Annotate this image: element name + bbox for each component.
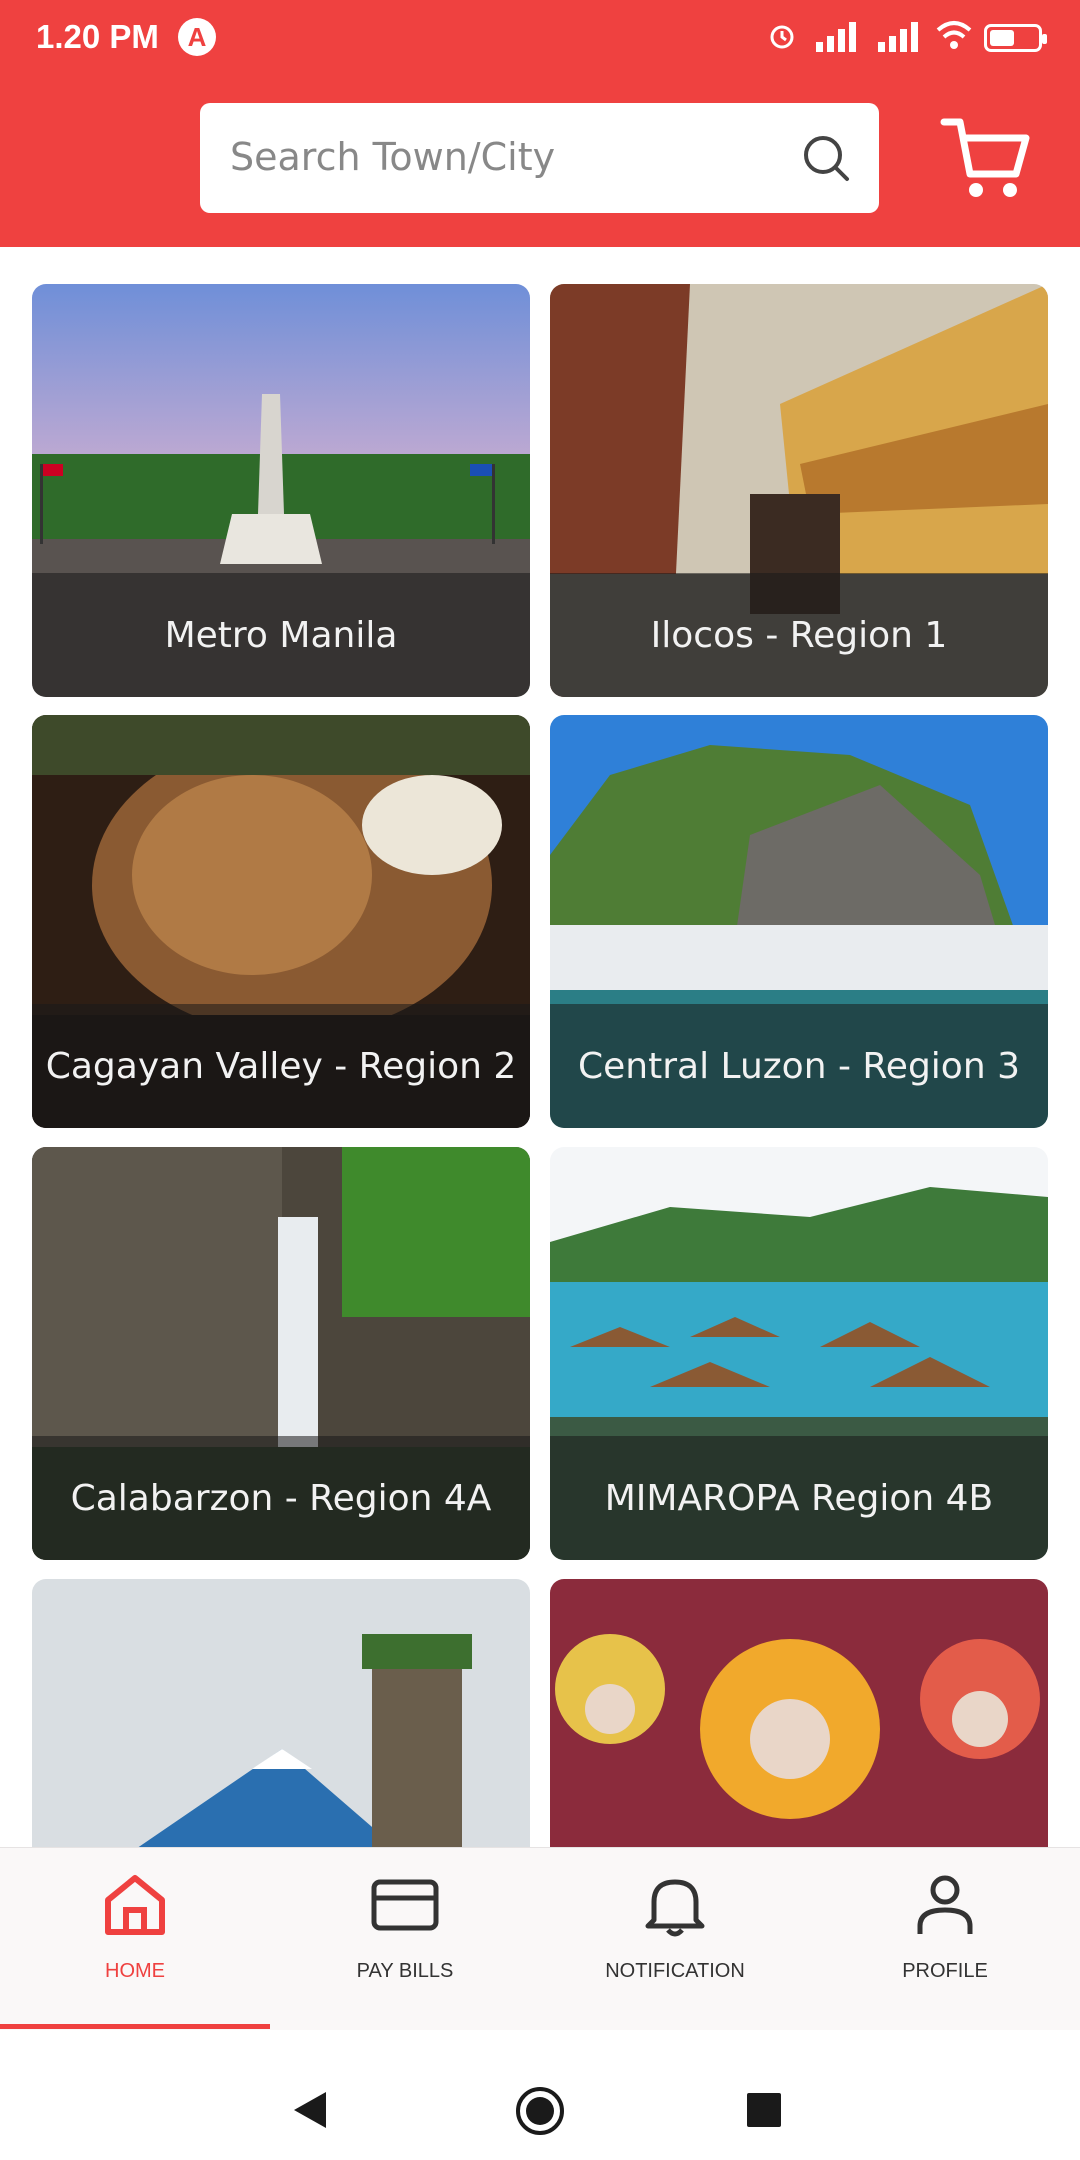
home-icon <box>105 1875 165 1935</box>
search-placeholder: Search Town/City <box>230 135 556 179</box>
bell-icon <box>645 1879 705 1937</box>
status-time: 1.20 PM <box>36 18 159 55</box>
region-label: Metro Manila <box>32 573 530 697</box>
back-icon[interactable] <box>292 2090 328 2130</box>
region-card-central-luzon[interactable]: Central Luzon - Region 3 <box>550 715 1048 1128</box>
wifi-icon <box>936 21 972 49</box>
alarm-icon <box>770 25 794 49</box>
battery-icon <box>984 24 1047 52</box>
region-card-partial-1[interactable] <box>32 1579 530 1879</box>
signal-icon-2 <box>878 22 918 52</box>
active-tab-indicator <box>0 2024 270 2029</box>
search-input[interactable]: Search Town/City <box>200 103 879 213</box>
status-bar: 1.20 PM A <box>0 0 1080 78</box>
bottom-navigation: HOME PAY BILLS NOTIFICATION PROFILE <box>0 1847 1080 2031</box>
nav-home[interactable]: HOME <box>0 1848 270 2031</box>
signal-icon <box>816 22 856 52</box>
festival-photo <box>550 1579 1048 1879</box>
nav-notification[interactable]: NOTIFICATION <box>540 1848 810 2031</box>
region-card-calabarzon[interactable]: Calabarzon - Region 4A <box>32 1147 530 1560</box>
card-icon <box>371 1879 439 1931</box>
region-card-partial-2[interactable] <box>550 1579 1048 1879</box>
region-card-ilocos[interactable]: Ilocos - Region 1 <box>550 284 1048 697</box>
cart-icon[interactable] <box>940 112 1030 202</box>
nav-label: PAY BILLS <box>356 1960 454 1982</box>
region-card-mimaropa[interactable]: MIMAROPA Region 4B <box>550 1147 1048 1560</box>
nav-label: NOTIFICATION <box>605 1960 745 1982</box>
region-label: MIMAROPA Region 4B <box>550 1436 1048 1560</box>
nav-label: HOME <box>105 1960 165 1982</box>
nav-pay-bills[interactable]: PAY BILLS <box>270 1848 540 2031</box>
region-card-cagayan-valley[interactable]: Cagayan Valley - Region 2 <box>32 715 530 1128</box>
home-button-icon[interactable] <box>514 2085 566 2137</box>
region-label: Calabarzon - Region 4A <box>32 1436 530 1560</box>
search-icon[interactable] <box>801 133 851 183</box>
region-label: Central Luzon - Region 3 <box>550 1004 1048 1128</box>
volcano-ruins-photo <box>32 1579 530 1879</box>
nav-label: PROFILE <box>902 1960 988 1982</box>
system-navigation-bar <box>0 2030 1080 2160</box>
app-notification-icon: A <box>178 18 216 56</box>
recents-icon[interactable] <box>747 2093 781 2127</box>
app-header: 1.20 PM A Search Town/City <box>0 0 1080 247</box>
nav-profile[interactable]: PROFILE <box>810 1848 1080 2031</box>
region-card-metro-manila[interactable]: Metro Manila <box>32 284 530 697</box>
region-label: Cagayan Valley - Region 2 <box>32 1004 530 1128</box>
region-label: Ilocos - Region 1 <box>550 573 1048 697</box>
person-icon <box>917 1875 973 1934</box>
